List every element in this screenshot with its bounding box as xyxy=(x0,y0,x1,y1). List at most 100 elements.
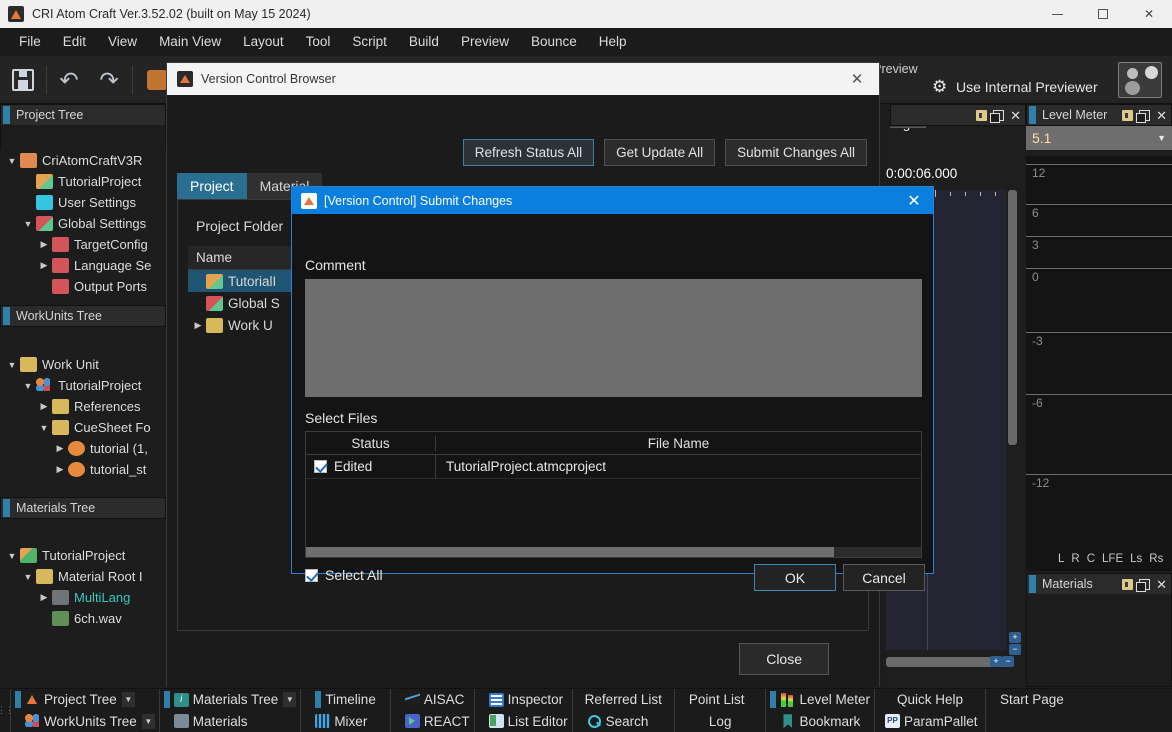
chevron-right-icon[interactable]: ▶ xyxy=(36,239,52,250)
tree-node-material-root[interactable]: ▼ Material Root I xyxy=(0,566,166,587)
chevron-down-icon[interactable]: ▼ xyxy=(20,219,36,229)
chevron-down-icon[interactable]: ▼ xyxy=(20,572,36,582)
menu-build[interactable]: Build xyxy=(398,29,450,55)
use-internal-previewer-button[interactable]: ⚙ Use Internal Previewer xyxy=(932,78,1098,96)
taskbar-item-log[interactable]: Log xyxy=(675,711,766,732)
menu-view[interactable]: View xyxy=(97,29,148,55)
maximize-button[interactable] xyxy=(1080,0,1126,28)
ok-button[interactable]: OK xyxy=(754,564,836,591)
chevron-down-icon[interactable]: ▼ xyxy=(283,692,297,708)
tree-node-output-ports[interactable]: Output Ports xyxy=(0,276,166,297)
menu-file[interactable]: File xyxy=(8,29,52,55)
chevron-down-icon[interactable]: ▼ xyxy=(36,423,52,433)
timeline-zoom-out-h[interactable]: − xyxy=(1002,656,1014,667)
chevron-down-icon[interactable]: ▼ xyxy=(121,692,135,708)
redo-button[interactable]: ↷ xyxy=(92,63,126,97)
tree-node-mat-tutorialproject[interactable]: ▼ TutorialProject xyxy=(0,545,166,566)
select-all-row[interactable]: Select All xyxy=(305,567,383,583)
file-table-row[interactable]: Edited TutorialProject.atmcproject xyxy=(306,454,921,479)
tree-node-user-settings[interactable]: User Settings xyxy=(0,192,166,213)
chevron-down-icon[interactable]: ▼ xyxy=(4,551,20,561)
timeline-vscrollbar[interactable] xyxy=(1008,190,1017,445)
chevron-down-icon[interactable]: ▼ xyxy=(4,360,20,370)
timeline-zoom-out-v[interactable]: − xyxy=(1009,644,1021,655)
comment-input[interactable] xyxy=(305,279,922,397)
menu-help[interactable]: Help xyxy=(588,29,638,55)
chevron-right-icon[interactable]: ▶ xyxy=(36,401,52,412)
menu-tool[interactable]: Tool xyxy=(295,29,342,55)
tree-node-references[interactable]: ▶ References xyxy=(0,396,166,417)
menu-preview[interactable]: Preview xyxy=(450,29,520,55)
taskbar-item-bookmark[interactable]: Bookmark xyxy=(766,711,874,732)
taskbar-item-point-list[interactable]: Point List xyxy=(675,689,766,711)
float-window-icon[interactable] xyxy=(1136,109,1151,123)
tree-node-wu-tutorialproject[interactable]: ▼ TutorialProject xyxy=(0,375,166,396)
taskbar-item-project-tree[interactable]: Project Tree ▼ xyxy=(11,689,159,711)
tab-project[interactable]: Project xyxy=(177,173,247,199)
chevron-right-icon[interactable]: ▶ xyxy=(36,592,52,603)
timeline-hscrollbar[interactable] xyxy=(886,657,1006,667)
tree-node-tutorialproject[interactable]: TutorialProject xyxy=(0,171,166,192)
tree-node-criatomcraftv3r[interactable]: ▼ CriAtomCraftV3R xyxy=(0,150,166,171)
speaker-settings-icon[interactable] xyxy=(1118,62,1162,98)
menu-edit[interactable]: Edit xyxy=(52,29,97,55)
tree-node-multilang[interactable]: ▶ MultiLang xyxy=(0,587,166,608)
file-row-checkbox[interactable] xyxy=(314,460,327,473)
chevron-down-icon[interactable]: ▼ xyxy=(4,156,20,166)
minimize-button[interactable] xyxy=(1034,0,1080,28)
tree-node-cuesheet-folder[interactable]: ▼ CueSheet Fo xyxy=(0,417,166,438)
taskbar-item-search[interactable]: Search xyxy=(573,711,674,732)
file-table-hscrollbar[interactable] xyxy=(306,547,921,557)
chevron-right-icon[interactable]: ▶ xyxy=(36,260,52,271)
chevron-right-icon[interactable]: ▶ xyxy=(52,443,68,454)
taskbar-item-timeline[interactable]: Timeline xyxy=(301,689,390,711)
taskbar-item-referred-list[interactable]: Referred List xyxy=(573,689,674,711)
taskbar-item-materials[interactable]: Materials xyxy=(160,711,301,732)
taskbar-item-materials-tree[interactable]: i Materials Tree ▼ xyxy=(160,689,301,711)
save-button[interactable] xyxy=(6,63,40,97)
menu-main-view[interactable]: Main View xyxy=(148,29,232,55)
tree-node-tutorial-cuesheet[interactable]: ▶ tutorial (1, xyxy=(0,438,166,459)
cancel-button[interactable]: Cancel xyxy=(843,564,925,591)
level-meter-format-select[interactable]: 5.1 ▼ xyxy=(1026,126,1172,150)
undo-button[interactable]: ↶ xyxy=(52,63,86,97)
taskbar-item-level-meter[interactable]: Level Meter xyxy=(766,689,874,711)
taskbar-grip[interactable]: ⋮⋮ xyxy=(0,689,14,732)
submit-changes-all-button[interactable]: Submit Changes All xyxy=(725,139,867,166)
tree-node-global-settings[interactable]: ▼ Global Settings xyxy=(0,213,166,234)
refresh-status-all-button[interactable]: Refresh Status All xyxy=(462,139,595,166)
float-window-icon[interactable] xyxy=(1136,578,1151,592)
vcb-close-icon[interactable]: ✕ xyxy=(835,63,879,95)
taskbar-item-workunits-tree[interactable]: WorkUnits Tree ▼ xyxy=(11,711,159,732)
taskbar-item-list-editor[interactable]: List Editor xyxy=(475,711,572,732)
close-button[interactable]: ✕ xyxy=(1126,0,1172,28)
close-icon[interactable]: ✕ xyxy=(1156,578,1167,591)
tree-node-targetconfig[interactable]: ▶ TargetConfig xyxy=(0,234,166,255)
float-window-icon[interactable] xyxy=(990,109,1005,123)
taskbar-item-react[interactable]: REACT xyxy=(391,711,474,732)
taskbar-item-quick-help[interactable]: Quick Help xyxy=(875,689,985,711)
taskbar-item-inspector[interactable]: Inspector xyxy=(475,689,572,711)
lock-icon[interactable] xyxy=(1122,578,1134,590)
vcb-close-button[interactable]: Close xyxy=(739,643,829,675)
chevron-right-icon[interactable]: ▶ xyxy=(190,320,206,331)
chevron-down-icon[interactable]: ▼ xyxy=(20,381,36,391)
menu-layout[interactable]: Layout xyxy=(232,29,295,55)
taskbar-item-parampallet[interactable]: PP ParamPallet xyxy=(875,711,985,732)
tree-node-work-unit[interactable]: ▼ Work Unit xyxy=(0,354,166,375)
lock-icon[interactable] xyxy=(1122,109,1134,121)
taskbar-item-start-page[interactable]: Start Page xyxy=(986,689,1078,711)
close-icon[interactable]: ✕ xyxy=(1156,109,1167,122)
tree-node-language-settings[interactable]: ▶ Language Se xyxy=(0,255,166,276)
timeline-zoom-in-v[interactable]: + xyxy=(1009,632,1021,643)
tree-node-6ch-wav[interactable]: 6ch.wav xyxy=(0,608,166,629)
lock-icon[interactable] xyxy=(976,109,988,121)
chevron-down-icon[interactable]: ▼ xyxy=(141,713,155,729)
submit-dialog-close-icon[interactable]: ✕ xyxy=(895,187,933,214)
tree-node-tutorial-st-cuesheet[interactable]: ▶ tutorial_st xyxy=(0,459,166,480)
taskbar-item-mixer[interactable]: Mixer xyxy=(301,711,390,732)
chevron-right-icon[interactable]: ▶ xyxy=(52,464,68,475)
select-all-checkbox[interactable] xyxy=(305,568,318,582)
timeline-zoom-in-h[interactable]: + xyxy=(990,656,1002,667)
close-icon[interactable]: ✕ xyxy=(1010,109,1021,122)
